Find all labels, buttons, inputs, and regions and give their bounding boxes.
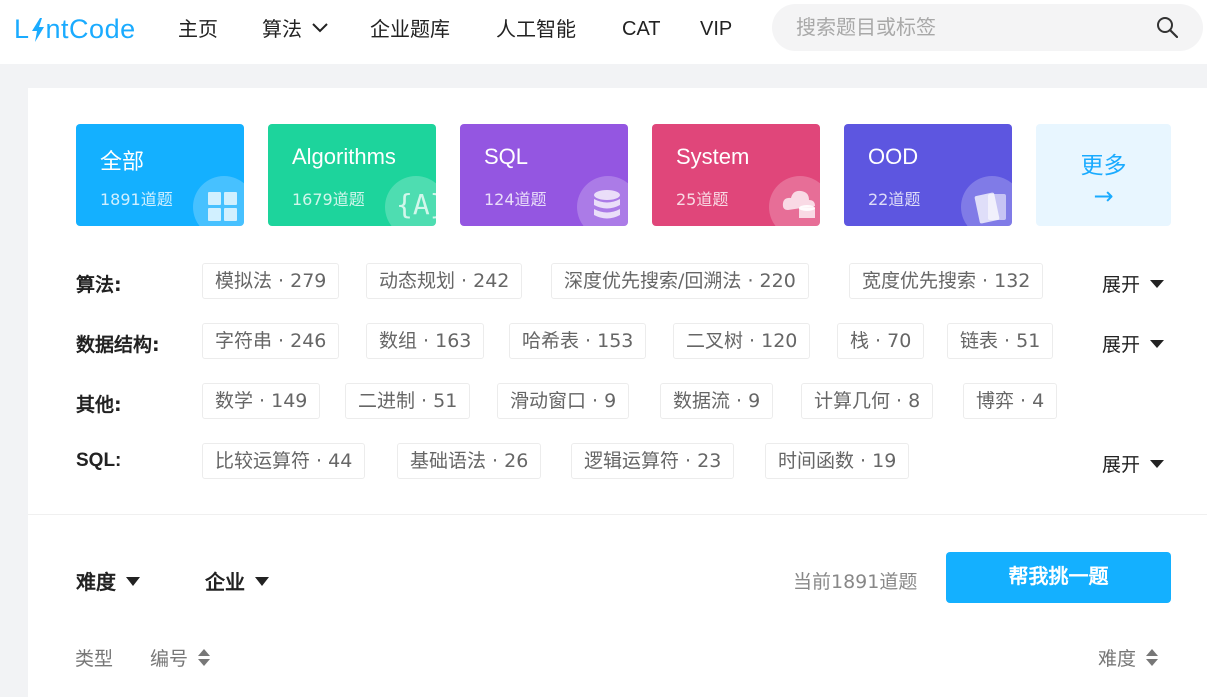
chevron-down-icon [312,23,329,33]
current-count: 当前1891道题 [793,571,918,593]
search-box [772,4,1203,51]
tag-computational-geometry[interactable]: 计算几何 · 8 [801,383,934,419]
braces-a-icon: {A} [385,176,436,226]
category-card-algorithms[interactable]: Algorithms 1679道题 {A} [268,124,436,226]
tag-comparison-operators[interactable]: 比较运算符 · 44 [202,443,366,479]
sort-icon [1146,648,1159,668]
lightning-icon [31,17,44,42]
database-icon [577,176,628,226]
card-title: OOD [868,144,919,169]
card-count: 22道题 [868,190,921,209]
column-difficulty-label: 难度 [1098,648,1137,670]
card-title: System [676,144,750,169]
company-filter-label: 企业 [205,570,245,594]
grid-icon [193,176,244,226]
caret-down-icon [255,577,269,586]
company-filter[interactable]: 企业 [205,566,269,595]
tag-binary-tree[interactable]: 二叉树 · 120 [673,323,811,359]
column-number[interactable]: 编号 [150,644,211,671]
pick-random-problem-button[interactable]: 帮我挑一题 [946,552,1171,603]
expand-algorithms[interactable]: 展开 [1102,270,1165,297]
nav-home[interactable]: 主页 [178,16,218,42]
difficulty-filter[interactable]: 难度 [76,566,140,595]
tag-game-theory[interactable]: 博弈 · 4 [963,383,1058,419]
category-card-sql[interactable]: SQL 124道题 [460,124,628,226]
top-nav-bar: L ntCode 主页 算法 企业题库 人工智能 CAT VIP [0,0,1207,64]
column-difficulty[interactable]: 难度 [1098,644,1159,671]
card-count: 1679道题 [292,190,365,209]
tag-string[interactable]: 字符串 · 246 [202,323,340,359]
tag-dynamic-programming[interactable]: 动态规划 · 242 [366,263,523,299]
nav-ai[interactable]: 人工智能 [496,16,576,42]
nav-company-questions[interactable]: 企业题库 [370,16,450,42]
logo-suffix: ntCode [45,14,136,44]
row-label-data-structures: 数据结构: [76,334,160,356]
card-count: 124道题 [484,190,547,209]
card-title: Algorithms [292,144,396,169]
section-divider [28,514,1207,515]
caret-down-icon [1150,280,1165,288]
cloud-database-icon [769,176,820,226]
expand-label: 展开 [1102,334,1141,356]
cards-icon [961,176,1012,226]
nav-algorithms[interactable]: 算法 [262,16,329,42]
more-categories-card[interactable]: 更多 → [1036,124,1171,226]
expand-data-structures[interactable]: 展开 [1102,330,1165,357]
lintcode-logo[interactable]: L ntCode [14,14,136,45]
sort-icon [198,648,211,668]
card-title: SQL [484,144,529,169]
tag-binary[interactable]: 二进制 · 51 [345,383,471,419]
arrow-right-icon: → [1093,182,1114,210]
category-card-all[interactable]: 全部 1891道题 [76,124,244,226]
tag-simulation[interactable]: 模拟法 · 279 [202,263,340,299]
tag-math[interactable]: 数学 · 149 [202,383,321,419]
tag-linked-list[interactable]: 链表 · 51 [947,323,1054,359]
column-number-label: 编号 [150,648,189,670]
nav-algorithms-label: 算法 [262,17,302,41]
card-title: 全部 [100,150,145,175]
tag-basic-syntax[interactable]: 基础语法 · 26 [397,443,542,479]
logo-prefix: L [14,14,30,44]
expand-label: 展开 [1102,454,1141,476]
tag-bfs[interactable]: 宽度优先搜索 · 132 [849,263,1044,299]
tag-stack[interactable]: 栈 · 70 [837,323,925,359]
nav-cat[interactable]: CAT [622,16,661,42]
tag-time-functions[interactable]: 时间函数 · 19 [765,443,910,479]
tag-array[interactable]: 数组 · 163 [366,323,485,359]
tag-data-stream[interactable]: 数据流 · 9 [660,383,774,419]
tag-sliding-window[interactable]: 滑动窗口 · 9 [497,383,630,419]
category-card-system[interactable]: System 25道题 [652,124,820,226]
problem-panel: 全部 1891道题 Algorithms 1679道题 {A} SQL 124道… [28,88,1207,697]
row-label-others: 其他: [76,394,122,416]
nav-vip[interactable]: VIP [700,16,732,42]
category-card-ood[interactable]: OOD 22道题 [844,124,1012,226]
caret-down-icon [1150,460,1165,468]
tag-hash-table[interactable]: 哈希表 · 153 [509,323,647,359]
column-type: 类型 [75,648,114,670]
more-label: 更多 [1080,153,1127,179]
caret-down-icon [1150,340,1165,348]
svg-text:{A}: {A} [398,188,436,221]
caret-down-icon [126,577,140,586]
row-label-algorithms: 算法: [76,274,122,296]
expand-sql[interactable]: 展开 [1102,450,1165,477]
tag-logical-operators[interactable]: 逻辑运算符 · 23 [571,443,735,479]
tag-dfs-backtracking[interactable]: 深度优先搜索/回溯法 · 220 [551,263,809,299]
row-label-sql: SQL: [76,450,122,471]
search-icon[interactable] [1156,16,1178,38]
expand-label: 展开 [1102,274,1141,296]
card-count: 1891道题 [100,190,173,209]
search-input[interactable] [796,14,1136,40]
difficulty-filter-label: 难度 [76,570,116,594]
card-count: 25道题 [676,190,729,209]
